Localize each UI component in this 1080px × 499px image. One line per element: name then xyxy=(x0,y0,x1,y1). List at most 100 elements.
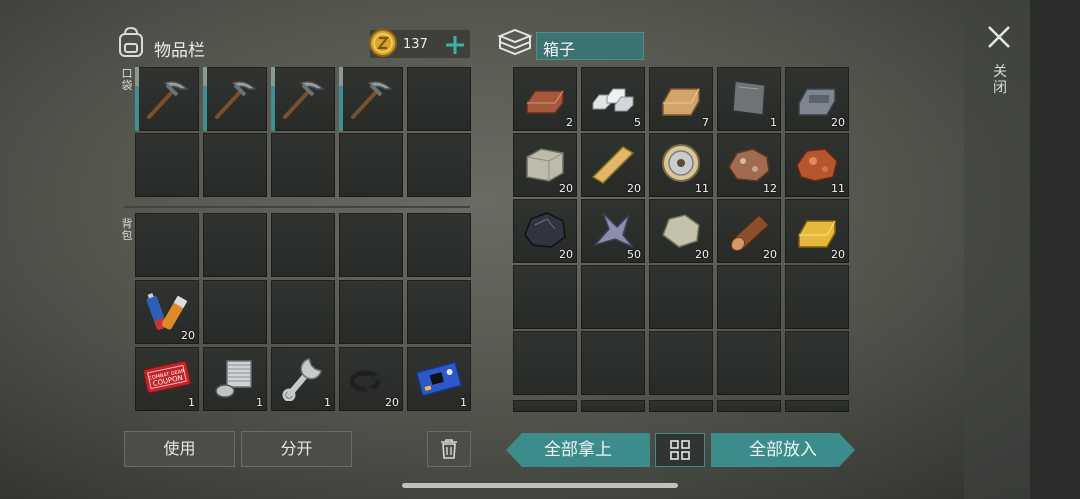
backpack-slot[interactable]: 1 xyxy=(407,347,471,411)
coin-count: 137 xyxy=(403,37,428,52)
close-button[interactable]: 关闭 xyxy=(984,22,1014,102)
trash-icon xyxy=(441,439,457,459)
durability-fill xyxy=(135,86,139,131)
box-slot[interactable] xyxy=(785,331,849,395)
box-icon xyxy=(497,28,533,56)
backpack-slot[interactable] xyxy=(339,280,403,344)
inventory-title: 物品栏 xyxy=(154,41,205,61)
take-all-button[interactable]: 全部拿上 xyxy=(506,433,650,467)
pocket-slot[interactable] xyxy=(271,133,335,197)
box-slot[interactable] xyxy=(717,265,781,329)
item-count: 50 xyxy=(627,248,641,261)
item-count: 20 xyxy=(695,248,709,261)
backpack-slot[interactable] xyxy=(407,280,471,344)
box-slot[interactable] xyxy=(717,331,781,395)
inventory-divider xyxy=(124,206,470,208)
put-all-label: 全部放入 xyxy=(749,440,817,460)
backpack-slot[interactable] xyxy=(271,280,335,344)
backpack-slot[interactable]: 1 xyxy=(271,347,335,411)
pocket-slot[interactable] xyxy=(407,133,471,197)
take-all-label: 全部拿上 xyxy=(544,440,612,460)
pocket-slot[interactable] xyxy=(339,133,403,197)
pickaxe-icon xyxy=(351,81,393,119)
box-slot[interactable]: 11 xyxy=(649,133,713,197)
gold-ingot-icon xyxy=(798,220,836,248)
box-slot[interactable]: 20 xyxy=(785,199,849,263)
pocket-slot[interactable] xyxy=(135,67,199,131)
backpack-label: 背包 xyxy=(121,217,133,242)
pocket-slot[interactable] xyxy=(203,67,267,131)
item-count: 20 xyxy=(831,248,845,261)
box-slot[interactable]: 11 xyxy=(785,133,849,197)
metal-sheet-icon xyxy=(732,80,766,116)
box-slot[interactable]: 5 xyxy=(581,67,645,131)
pocket-slot[interactable] xyxy=(407,67,471,131)
box-slot[interactable]: 20 xyxy=(649,199,713,263)
box-slot[interactable]: 20 xyxy=(785,67,849,131)
item-count: 20 xyxy=(181,329,195,342)
box-slot[interactable]: 1 xyxy=(717,67,781,131)
box-slot[interactable]: 2 xyxy=(513,67,577,131)
box-slot[interactable] xyxy=(581,400,645,412)
box-slot[interactable]: 7 xyxy=(649,67,713,131)
delete-button[interactable] xyxy=(427,431,471,467)
pocket-slot[interactable] xyxy=(203,133,267,197)
item-count: 20 xyxy=(559,248,573,261)
grid-icon xyxy=(670,440,690,460)
box-slot[interactable] xyxy=(649,265,713,329)
item-count: 1 xyxy=(256,396,263,409)
backpack-slot[interactable]: 1 xyxy=(203,347,267,411)
split-button[interactable]: 分开 xyxy=(241,431,352,467)
coal-icon xyxy=(524,212,566,248)
box-slot[interactable] xyxy=(513,331,577,395)
box-slot[interactable] xyxy=(785,265,849,329)
copper-ingot-icon xyxy=(526,90,564,114)
backpack-slot[interactable] xyxy=(271,213,335,277)
box-slot[interactable] xyxy=(581,265,645,329)
backpack-slot[interactable] xyxy=(339,213,403,277)
log-icon xyxy=(730,213,771,252)
box-slot[interactable] xyxy=(717,400,781,412)
box-slot[interactable]: 20 xyxy=(581,133,645,197)
backpack-slot[interactable]: 20 xyxy=(135,280,199,344)
use-button[interactable]: 使用 xyxy=(124,431,235,467)
item-count: 1 xyxy=(188,396,195,409)
item-count: 1 xyxy=(460,396,467,409)
box-slot[interactable] xyxy=(785,400,849,412)
box-slot[interactable]: 20 xyxy=(717,199,781,263)
item-count: 20 xyxy=(831,116,845,129)
pocket-slot[interactable] xyxy=(135,133,199,197)
box-slot[interactable]: 20 xyxy=(513,133,577,197)
item-count: 20 xyxy=(763,248,777,261)
sort-button[interactable] xyxy=(655,433,705,467)
box-name-field[interactable]: 箱子 xyxy=(536,32,644,60)
durability-fill xyxy=(339,86,343,131)
backpack-slot[interactable]: 20 xyxy=(339,347,403,411)
put-all-button[interactable]: 全部放入 xyxy=(711,433,855,467)
backpack-slot[interactable] xyxy=(203,280,267,344)
item-count: 1 xyxy=(770,116,777,129)
item-count: 12 xyxy=(763,182,777,195)
wood-plank-icon xyxy=(662,88,700,116)
box-slot[interactable] xyxy=(649,400,713,412)
box-slot[interactable] xyxy=(513,265,577,329)
box-slot[interactable] xyxy=(649,331,713,395)
backpack-slot[interactable] xyxy=(407,213,471,277)
backpack-slot[interactable] xyxy=(203,213,267,277)
box-slot[interactable] xyxy=(581,331,645,395)
box-slot[interactable]: 50 xyxy=(581,199,645,263)
pocket-slot[interactable] xyxy=(271,67,335,131)
durability-bar xyxy=(135,67,139,131)
box-slot[interactable] xyxy=(513,400,577,412)
backpack-slot[interactable] xyxy=(135,213,199,277)
pocket-slot[interactable] xyxy=(339,67,403,131)
item-count: 20 xyxy=(385,396,399,409)
circuit-board-icon xyxy=(415,361,463,397)
box-slot[interactable]: 12 xyxy=(717,133,781,197)
pickaxe-icon xyxy=(215,81,257,119)
durability-fill xyxy=(271,86,275,131)
box-slot[interactable]: 20 xyxy=(513,199,577,263)
add-coins-button[interactable] xyxy=(444,34,466,56)
backpack-slot[interactable]: COMBAT GEAR COUPON 1 xyxy=(135,347,199,411)
item-count: 11 xyxy=(831,182,845,195)
